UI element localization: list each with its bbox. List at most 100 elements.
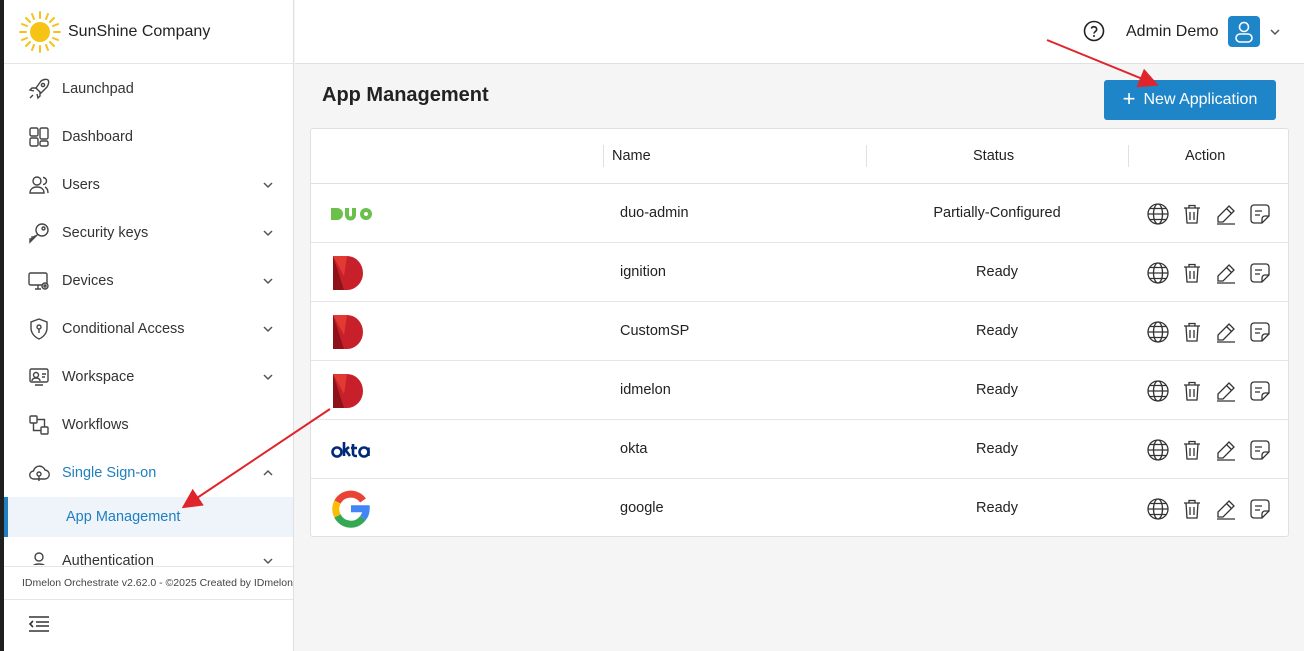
sidebar-item-label: Users [62, 177, 100, 193]
app-status: Ready [976, 382, 1018, 398]
sidebar-item-dashboard[interactable]: Dashboard [4, 113, 293, 161]
sidebar-item-label: Devices [62, 273, 114, 289]
column-divider [866, 145, 867, 167]
rocket-icon [28, 78, 50, 100]
sidebar-item-devices[interactable]: Devices [4, 257, 293, 305]
table-row: ignition Ready [311, 243, 1288, 302]
document-icon[interactable] [1248, 202, 1272, 226]
chevron-down-icon [263, 182, 273, 189]
app-name[interactable]: okta [620, 441, 647, 457]
column-divider [1128, 145, 1129, 167]
plus-icon: + [1122, 86, 1136, 111]
new-application-button[interactable]: + New Application [1104, 80, 1276, 120]
globe-icon[interactable] [1146, 379, 1170, 403]
key-icon [29, 223, 49, 244]
sidebar-item-conditional-access[interactable]: Conditional Access [4, 305, 293, 353]
workspace-icon [29, 368, 49, 386]
app-status: Ready [976, 500, 1018, 516]
brand: SunShine Company [4, 0, 293, 64]
sidebar-item-security-keys[interactable]: Security keys [4, 209, 293, 257]
sidebar-item-single-sign-on[interactable]: Single Sign-on [4, 449, 293, 497]
edit-icon[interactable] [1214, 379, 1238, 403]
app-name[interactable]: duo-admin [620, 205, 689, 221]
globe-icon[interactable] [1146, 497, 1170, 521]
trash-icon[interactable] [1180, 320, 1204, 344]
row-actions [1146, 320, 1282, 344]
app-status: Ready [976, 441, 1018, 457]
app-name[interactable]: ignition [620, 264, 666, 280]
sidebar-item-workspace[interactable]: Workspace [4, 353, 293, 401]
trash-icon[interactable] [1180, 438, 1204, 462]
edit-icon[interactable] [1214, 202, 1238, 226]
authentication-icon [33, 552, 45, 565]
sidebar-item-label: Single Sign-on [62, 465, 157, 481]
sidebar-item-users[interactable]: Users [4, 161, 293, 209]
sun-icon [19, 10, 61, 53]
company-name: SunShine Company [68, 22, 211, 40]
table-header: Name Status Action [311, 129, 1288, 184]
sidebar-item-label: Security keys [62, 225, 149, 241]
chevron-down-icon [263, 326, 273, 333]
app-status: Partially-Configured [933, 205, 1061, 221]
document-icon[interactable] [1248, 261, 1272, 285]
trash-icon[interactable] [1180, 379, 1204, 403]
table-row: idmelon Ready [311, 361, 1288, 420]
sidebar-item-workflows[interactable]: Workflows [4, 401, 293, 449]
app-status: Ready [976, 264, 1018, 280]
row-actions [1146, 438, 1282, 462]
table-row: google Ready [311, 479, 1288, 538]
row-actions [1146, 202, 1282, 226]
document-icon[interactable] [1248, 438, 1272, 462]
column-header-name[interactable]: Name [612, 148, 651, 164]
edit-icon[interactable] [1214, 261, 1238, 285]
user-name[interactable]: Admin Demo [1126, 23, 1218, 41]
duo-logo [331, 194, 373, 234]
globe-icon[interactable] [1146, 438, 1170, 462]
users-icon [29, 176, 49, 194]
workflow-icon [29, 415, 49, 435]
sidebar-subitem-app-management[interactable]: App Management [4, 497, 293, 537]
devices-icon [28, 272, 49, 290]
column-divider [603, 145, 604, 167]
shield-icon [30, 318, 48, 340]
google-logo [331, 489, 373, 529]
globe-icon[interactable] [1146, 261, 1170, 285]
globe-icon[interactable] [1146, 320, 1170, 344]
applications-table: Name Status Action duo-admin Partially-C… [310, 128, 1289, 537]
edit-icon[interactable] [1214, 438, 1238, 462]
row-actions [1146, 497, 1282, 521]
document-icon[interactable] [1248, 379, 1272, 403]
trash-icon[interactable] [1180, 261, 1204, 285]
trash-icon[interactable] [1180, 202, 1204, 226]
sidebar-item-label: Authentication [62, 553, 154, 565]
document-icon[interactable] [1248, 497, 1272, 521]
globe-icon[interactable] [1146, 202, 1170, 226]
column-header-status[interactable]: Status [973, 148, 1014, 164]
help-icon[interactable] [1083, 20, 1105, 42]
table-row: okta Ready [311, 420, 1288, 479]
top-bar: Admin Demo [295, 0, 1304, 64]
chevron-down-icon[interactable] [1268, 25, 1282, 39]
app-name[interactable]: idmelon [620, 382, 671, 398]
sidebar-item-label: Workflows [62, 417, 129, 433]
sidebar-item-launchpad[interactable]: Launchpad [4, 65, 293, 113]
edit-icon[interactable] [1214, 320, 1238, 344]
sidebar-item-authentication[interactable]: Authentication [4, 537, 293, 565]
cloud-icon [29, 465, 50, 481]
chevron-down-icon [263, 278, 273, 285]
document-icon[interactable] [1248, 320, 1272, 344]
avatar[interactable] [1228, 16, 1260, 47]
row-actions [1146, 379, 1282, 403]
sidebar-nav: Launchpad Dashboard Users Security keys … [4, 65, 293, 565]
app-name[interactable]: CustomSP [620, 323, 689, 339]
idmelon-logo [331, 312, 373, 352]
trash-icon[interactable] [1180, 497, 1204, 521]
app-name[interactable]: google [620, 500, 664, 516]
chevron-up-icon [263, 469, 273, 476]
sidebar-item-label: Conditional Access [62, 321, 185, 337]
edit-icon[interactable] [1214, 497, 1238, 521]
version-footer: IDmelon Orchestrate v2.62.0 - ©2025 Crea… [4, 566, 293, 600]
collapse-sidebar-icon[interactable] [26, 612, 52, 636]
okta-logo [331, 430, 373, 470]
sidebar-item-label: Dashboard [62, 129, 133, 145]
